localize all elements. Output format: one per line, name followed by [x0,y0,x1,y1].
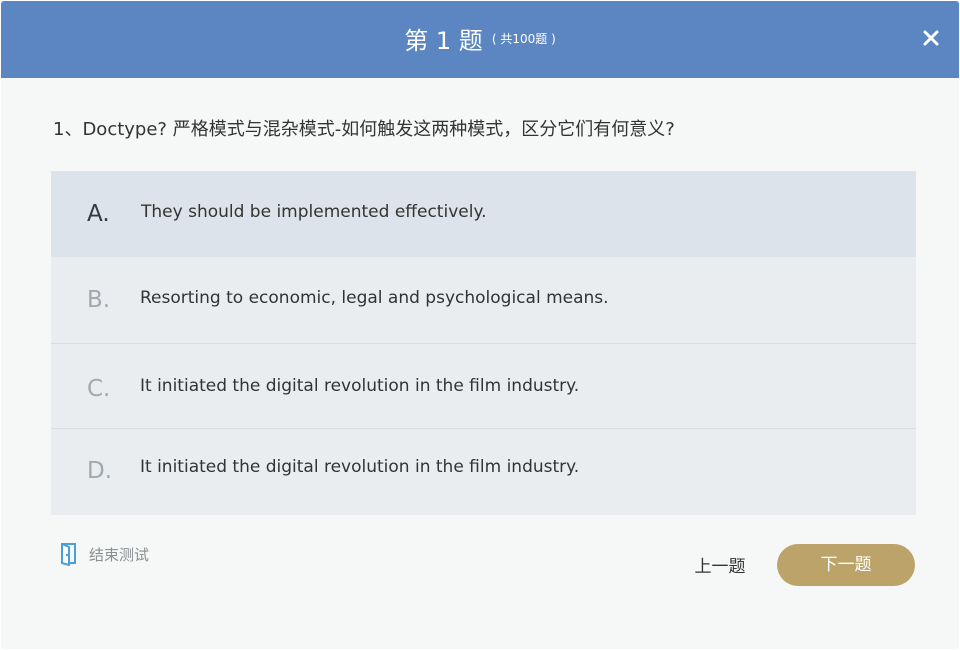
option-letter: B. [87,287,111,313]
close-button[interactable] [918,25,944,51]
question-number: 第 1 题 [404,27,483,55]
option-d[interactable]: D. It initiated the digital revolution i… [51,428,916,514]
question-total-count: ( 共100题 ) [491,32,556,46]
close-icon [923,30,939,46]
option-text: It initiated the digital revolution in t… [140,457,580,477]
option-letter: A. [87,201,110,227]
option-c[interactable]: C. It initiated the digital revolution i… [51,343,916,429]
option-text: Resorting to economic, legal and psychol… [140,288,609,308]
option-a[interactable]: A. They should be implemented effectivel… [51,171,916,257]
end-test-label: 结束测试 [89,546,150,564]
previous-question-button[interactable]: 上一题 [684,552,756,577]
dialog-header: 第 1 题 ( 共100题 ) [1,1,959,78]
question-text: 1、Doctype? 严格模式与混杂模式-如何触发这两种模式，区分它们有何意义? [53,119,675,140]
option-text: They should be implemented effectively. [141,202,487,222]
quiz-dialog: 第 1 题 ( 共100题 ) 1、Doctype? 严格模式与混杂模式-如何触… [1,1,959,649]
question-title: 第 1 题 ( 共100题 ) [1,21,959,56]
answer-options: A. They should be implemented effectivel… [51,171,916,515]
option-b[interactable]: B. Resorting to economic, legal and psyc… [51,257,916,343]
exit-door-icon [61,543,76,566]
option-letter: D. [87,458,113,484]
option-letter: C. [87,376,111,402]
next-question-button[interactable]: 下一题 [777,544,915,586]
option-text: It initiated the digital revolution in t… [140,376,580,396]
